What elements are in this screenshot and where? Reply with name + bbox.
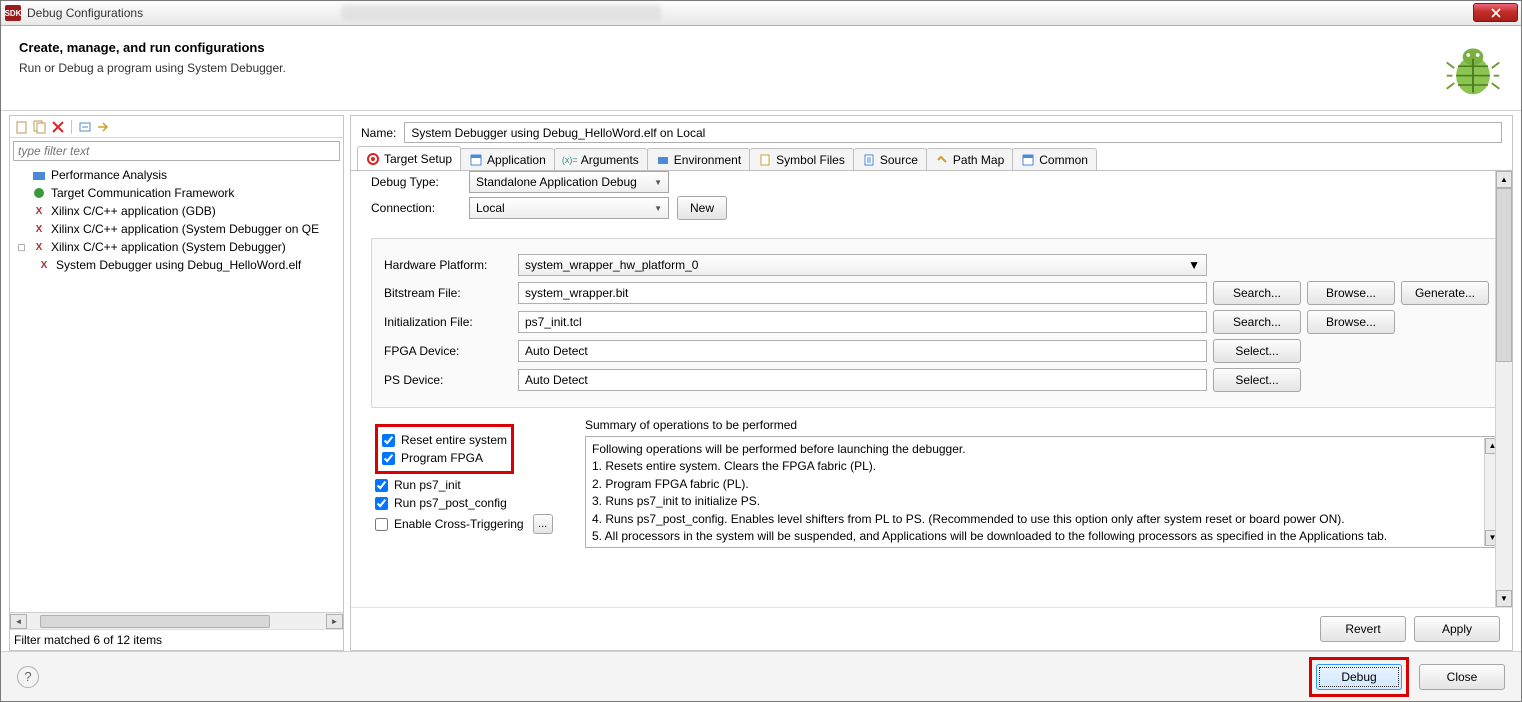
window-title: Debug Configurations — [27, 6, 143, 20]
hardware-group: Hardware Platform: system_wrapper_hw_pla… — [371, 238, 1502, 408]
tab-path-map[interactable]: Path Map — [926, 148, 1013, 170]
filter-menu-icon[interactable] — [95, 119, 111, 135]
revert-button[interactable]: Revert — [1320, 616, 1406, 642]
name-input[interactable] — [404, 122, 1502, 143]
close-button[interactable]: Close — [1419, 664, 1505, 690]
header-title: Create, manage, and run configurations — [19, 40, 286, 55]
sdk-icon: SDK — [5, 5, 21, 21]
filter-status: Filter matched 6 of 12 items — [10, 629, 343, 650]
config-list-pane: Performance Analysis Target Communicatio… — [9, 115, 344, 651]
debug-type-label: Debug Type: — [371, 175, 461, 189]
name-label: Name: — [361, 126, 396, 140]
bug-icon — [1443, 40, 1503, 100]
program-fpga-checkbox[interactable]: Program FPGA — [382, 451, 507, 465]
tab-source[interactable]: Source — [853, 148, 927, 170]
blurred-bg-text — [341, 5, 661, 21]
config-tree[interactable]: Performance Analysis Target Communicatio… — [10, 164, 343, 612]
new-config-icon[interactable] — [14, 119, 30, 135]
apply-button[interactable]: Apply — [1414, 616, 1500, 642]
dialog-footer: ? Debug Close — [1, 651, 1521, 701]
ps-device-label: PS Device: — [384, 373, 512, 387]
tree-item[interactable]: XXilinx C/C++ application (System Debugg… — [10, 220, 343, 238]
bitstream-input[interactable]: system_wrapper.bit — [518, 282, 1207, 304]
tree-item-child[interactable]: XSystem Debugger using Debug_HelloWord.e… — [10, 256, 343, 274]
dialog-header: Create, manage, and run configurations R… — [1, 26, 1521, 111]
help-icon[interactable]: ? — [17, 666, 39, 688]
ps-device-value: Auto Detect — [518, 369, 1207, 391]
init-browse-button[interactable]: Browse... — [1307, 310, 1395, 334]
config-detail-pane: Name: Target Setup Application (x)=Argum… — [350, 115, 1513, 651]
pane-vscrollbar[interactable]: ▲▼ — [1495, 171, 1512, 607]
tabstrip: Target Setup Application (x)=Arguments E… — [351, 147, 1512, 171]
ps-select-button[interactable]: Select... — [1213, 368, 1301, 392]
connection-select[interactable]: Local▼ — [469, 197, 669, 219]
bitstream-browse-button[interactable]: Browse... — [1307, 281, 1395, 305]
summary-textarea[interactable]: Following operations will be performed b… — [585, 436, 1502, 548]
hscrollbar[interactable]: ◄► — [10, 612, 343, 629]
debug-button[interactable]: Debug — [1316, 664, 1402, 690]
fpga-select-button[interactable]: Select... — [1213, 339, 1301, 363]
highlight-box: Reset entire system Program FPGA — [375, 424, 514, 474]
init-label: Initialization File: — [384, 315, 512, 329]
hw-platform-label: Hardware Platform: — [384, 258, 512, 272]
tab-common[interactable]: Common — [1012, 148, 1097, 170]
new-connection-button[interactable]: New — [677, 196, 727, 220]
fpga-device-label: FPGA Device: — [384, 344, 512, 358]
connection-label: Connection: — [371, 201, 461, 215]
tab-application[interactable]: Application — [460, 148, 555, 170]
highlight-box: Debug — [1309, 657, 1409, 697]
cross-trigger-options-button[interactable]: ... — [533, 514, 553, 534]
tab-environment[interactable]: Environment — [647, 148, 750, 170]
delete-config-icon[interactable] — [50, 119, 66, 135]
init-input[interactable]: ps7_init.tcl — [518, 311, 1207, 333]
tab-arguments[interactable]: (x)=Arguments — [554, 148, 648, 170]
debug-type-select[interactable]: Standalone Application Debug▼ — [469, 171, 669, 193]
duplicate-config-icon[interactable] — [32, 119, 48, 135]
checkbox-column: Reset entire system Program FPGA Run ps7… — [371, 418, 571, 548]
tab-symbol-files[interactable]: Symbol Files — [749, 148, 854, 170]
bitstream-search-button[interactable]: Search... — [1213, 281, 1301, 305]
titlebar: SDK Debug Configurations — [1, 1, 1521, 26]
tree-item[interactable]: Performance Analysis — [10, 166, 343, 184]
tree-item[interactable]: XXilinx C/C++ application (GDB) — [10, 202, 343, 220]
reset-checkbox[interactable]: Reset entire system — [382, 433, 507, 447]
collapse-all-icon[interactable] — [77, 119, 93, 135]
dialog-window: SDK Debug Configurations Create, manage,… — [0, 0, 1522, 702]
run-ps7post-checkbox[interactable]: Run ps7_post_config — [375, 496, 567, 510]
bitstream-label: Bitstream File: — [384, 286, 512, 300]
filter-input[interactable] — [13, 141, 340, 161]
init-search-button[interactable]: Search... — [1213, 310, 1301, 334]
tree-item[interactable]: ▢XXilinx C/C++ application (System Debug… — [10, 238, 343, 256]
tree-item[interactable]: Target Communication Framework — [10, 184, 343, 202]
run-ps7init-checkbox[interactable]: Run ps7_init — [375, 478, 567, 492]
summary-title: Summary of operations to be performed — [585, 418, 1502, 432]
hw-platform-select[interactable]: system_wrapper_hw_platform_0▼ — [518, 254, 1207, 276]
left-toolbar — [10, 116, 343, 138]
fpga-device-value: Auto Detect — [518, 340, 1207, 362]
bitstream-generate-button[interactable]: Generate... — [1401, 281, 1489, 305]
header-subtitle: Run or Debug a program using System Debu… — [19, 61, 286, 75]
tab-target-setup[interactable]: Target Setup — [357, 146, 461, 170]
window-close-button[interactable] — [1473, 3, 1518, 22]
cross-trigger-checkbox[interactable]: Enable Cross-Triggering... — [375, 514, 567, 534]
